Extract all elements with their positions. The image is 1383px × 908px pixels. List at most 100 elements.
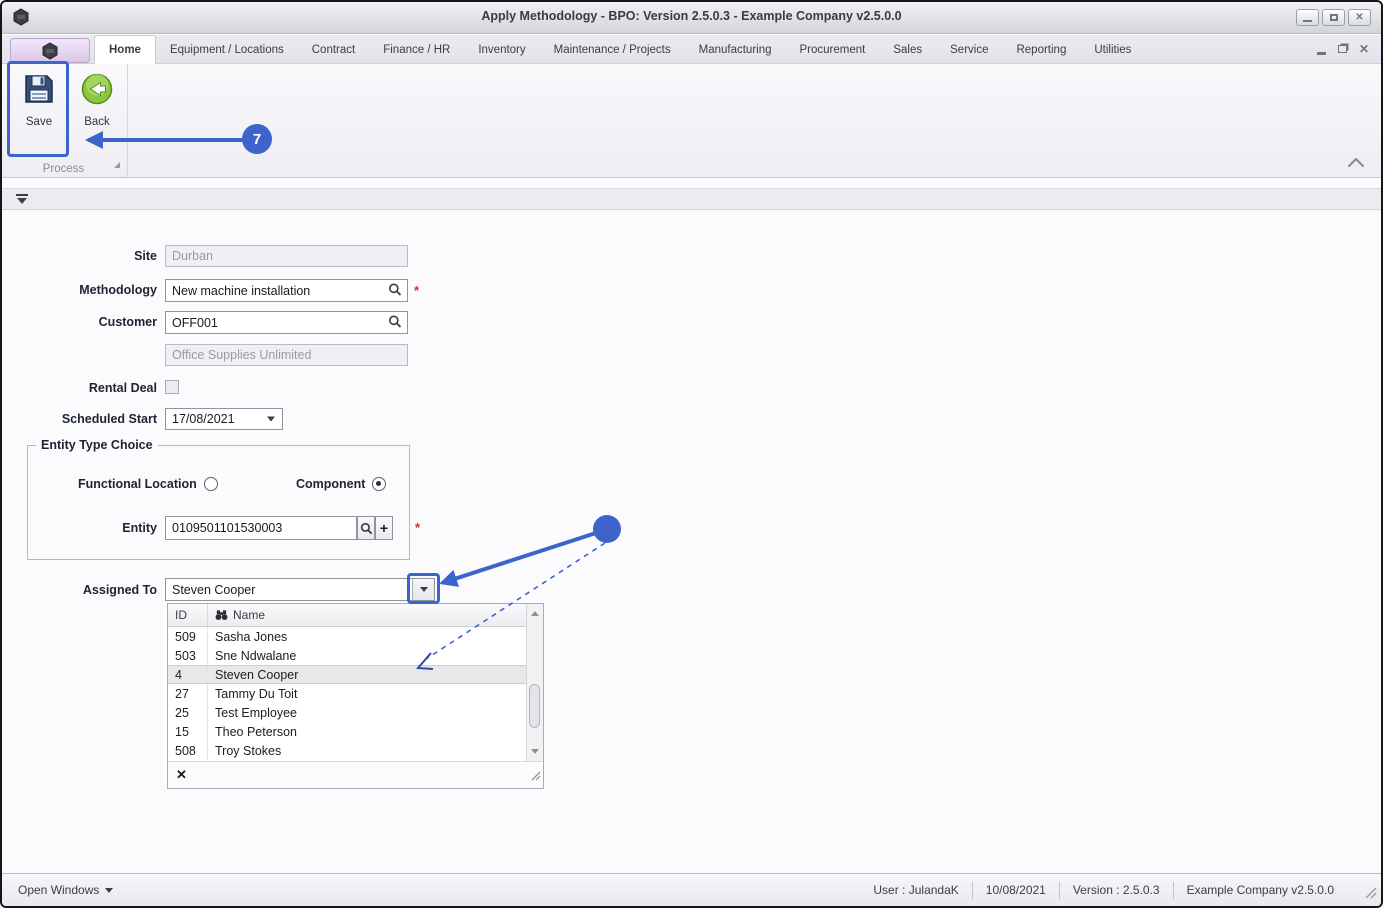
mdi-close-button[interactable]: ✕ — [1359, 42, 1369, 56]
entity-search-icon — [360, 522, 372, 534]
site-label: Site — [134, 249, 157, 263]
functional-location-option[interactable]: Functional Location — [78, 477, 218, 491]
window-resize-grip[interactable] — [1364, 886, 1377, 902]
customer-field[interactable]: OFF001 — [165, 311, 408, 334]
dropdown-scrollbar[interactable] — [526, 604, 543, 761]
minimize-icon — [1303, 19, 1312, 22]
column-header-id[interactable]: ID — [168, 604, 208, 626]
search-binoculars-icon — [215, 610, 228, 620]
entity-field[interactable]: 0109501101530003 — [165, 516, 357, 540]
window-title: Apply Methodology - BPO: Version 2.5.0.3… — [481, 9, 902, 23]
open-windows-menu[interactable]: Open Windows — [18, 883, 114, 897]
status-date: 10/08/2021 — [985, 883, 1046, 897]
mdi-minimize-button[interactable] — [1316, 42, 1326, 56]
component-option[interactable]: Component — [296, 477, 387, 491]
list-item[interactable]: 27 Tammy Du Toit — [168, 684, 526, 703]
scroll-thumb[interactable] — [529, 684, 540, 728]
list-item[interactable]: 25 Test Employee — [168, 703, 526, 722]
functional-location-radio[interactable] — [203, 477, 218, 491]
bpo-app-icon — [42, 41, 58, 60]
customer-search-icon[interactable] — [388, 314, 402, 331]
tab-finance-hr[interactable]: Finance / HR — [369, 35, 464, 64]
entity-type-choice-group: Entity Type Choice Functional Location C… — [27, 438, 410, 560]
status-version: Version : 2.5.0.3 — [1072, 883, 1160, 897]
methodology-label: Methodology — [79, 283, 157, 297]
entity-search-button[interactable] — [357, 516, 375, 540]
ribbon-tabs: Home Equipment / Locations Contract Fina… — [94, 35, 1145, 64]
component-radio[interactable] — [372, 477, 387, 491]
methodology-value: New machine installation — [172, 283, 311, 298]
functional-location-label: Functional Location — [78, 477, 197, 491]
tab-utilities[interactable]: Utilities — [1080, 35, 1145, 64]
list-item-selected[interactable]: 4 Steven Cooper — [168, 665, 526, 684]
callout-dot — [593, 515, 621, 543]
save-button-highlight-box — [7, 61, 69, 157]
dropdown-resize-grip[interactable] — [530, 768, 541, 786]
tab-service[interactable]: Service — [936, 35, 1002, 64]
dropdown-footer: ✕ — [168, 761, 543, 788]
rental-deal-checkbox[interactable] — [165, 380, 179, 394]
list-item[interactable]: 508 Troy Stokes — [168, 741, 526, 760]
site-field: Durban — [165, 245, 408, 267]
tab-maintenance-projects[interactable]: Maintenance / Projects — [540, 35, 685, 64]
status-company: Example Company v2.5.0.0 — [1186, 883, 1334, 897]
application-menu-button[interactable] — [10, 38, 90, 63]
back-label: Back — [84, 116, 110, 128]
open-windows-label: Open Windows — [18, 883, 100, 897]
mdi-minimize-icon — [1316, 51, 1326, 55]
scheduled-start-combo[interactable]: 17/08/2021 — [165, 408, 283, 430]
methodology-search-icon[interactable] — [388, 282, 402, 299]
column-header-name-label: Name — [233, 608, 266, 622]
list-item[interactable]: 503 Sne Ndwalane — [168, 646, 526, 665]
assigned-to-value: Steven Cooper — [172, 582, 256, 597]
customer-value: OFF001 — [172, 315, 218, 330]
tab-manufacturing[interactable]: Manufacturing — [685, 35, 786, 64]
tab-inventory[interactable]: Inventory — [464, 35, 539, 64]
minimize-button[interactable] — [1296, 9, 1319, 26]
dropdown-rows: 509 Sasha Jones 503 Sne Ndwalane 4 Steven C… — [168, 627, 526, 761]
component-label: Component — [296, 477, 366, 491]
toolbar-strip — [2, 188, 1381, 210]
entity-type-choice-legend: Entity Type Choice — [36, 438, 158, 452]
maximize-icon — [1329, 14, 1338, 21]
mdi-restore-button[interactable] — [1337, 42, 1347, 56]
close-button[interactable]: ✕ — [1348, 9, 1371, 26]
dialog-launcher-icon[interactable] — [113, 156, 121, 174]
column-header-name[interactable]: Name — [208, 604, 526, 626]
tab-procurement[interactable]: Procurement — [786, 35, 880, 64]
scroll-up-icon[interactable] — [531, 611, 539, 616]
entity-label: Entity — [122, 521, 157, 535]
methodology-field[interactable]: New machine installation — [165, 279, 408, 302]
ribbon-collapse-icon[interactable] — [1347, 155, 1365, 173]
rental-deal-label: Rental Deal — [88, 381, 157, 395]
open-windows-dropdown-icon — [105, 887, 114, 893]
scheduled-start-dropdown-icon[interactable] — [267, 416, 275, 422]
customer-label: Customer — [98, 315, 157, 329]
tab-sales[interactable]: Sales — [879, 35, 936, 64]
back-arrow-icon — [81, 73, 113, 105]
close-icon: ✕ — [1355, 11, 1364, 23]
list-item[interactable]: 15 Theo Peterson — [168, 722, 526, 741]
scheduled-start-value: 17/08/2021 — [172, 412, 235, 426]
back-button[interactable]: Back — [70, 66, 124, 154]
tab-home[interactable]: Home — [94, 35, 156, 64]
entity-add-button[interactable]: + — [375, 516, 393, 540]
ribbon: Save Back Process — [2, 64, 1381, 178]
title-bar: Apply Methodology - BPO: Version 2.5.0.3… — [2, 2, 1381, 34]
assigned-to-label: Assigned To — [82, 583, 157, 597]
tab-equipment-locations[interactable]: Equipment / Locations — [156, 35, 298, 64]
assigned-to-combo[interactable]: Steven Cooper — [165, 578, 435, 601]
tab-contract[interactable]: Contract — [298, 35, 369, 64]
scroll-down-icon[interactable] — [531, 749, 539, 754]
customer-name-field: Office Supplies Unlimited — [165, 344, 408, 366]
clear-selection-button[interactable]: ✕ — [176, 767, 187, 783]
ribbon-tab-row: Home Equipment / Locations Contract Fina… — [2, 35, 1381, 64]
assigned-to-dropdown-panel: ID Name 509 Sasha Jones 503 Sne Ndwalane 4… — [167, 603, 544, 789]
status-bar: Open Windows User : JulandaK 10/08/2021 … — [2, 873, 1381, 906]
mdi-restore-icon — [1337, 45, 1347, 53]
scheduled-start-label: Scheduled Start — [61, 412, 157, 426]
pin-panel-icon[interactable] — [16, 194, 28, 205]
maximize-button[interactable] — [1322, 9, 1345, 26]
tab-reporting[interactable]: Reporting — [1002, 35, 1080, 64]
list-item[interactable]: 509 Sasha Jones — [168, 627, 526, 646]
